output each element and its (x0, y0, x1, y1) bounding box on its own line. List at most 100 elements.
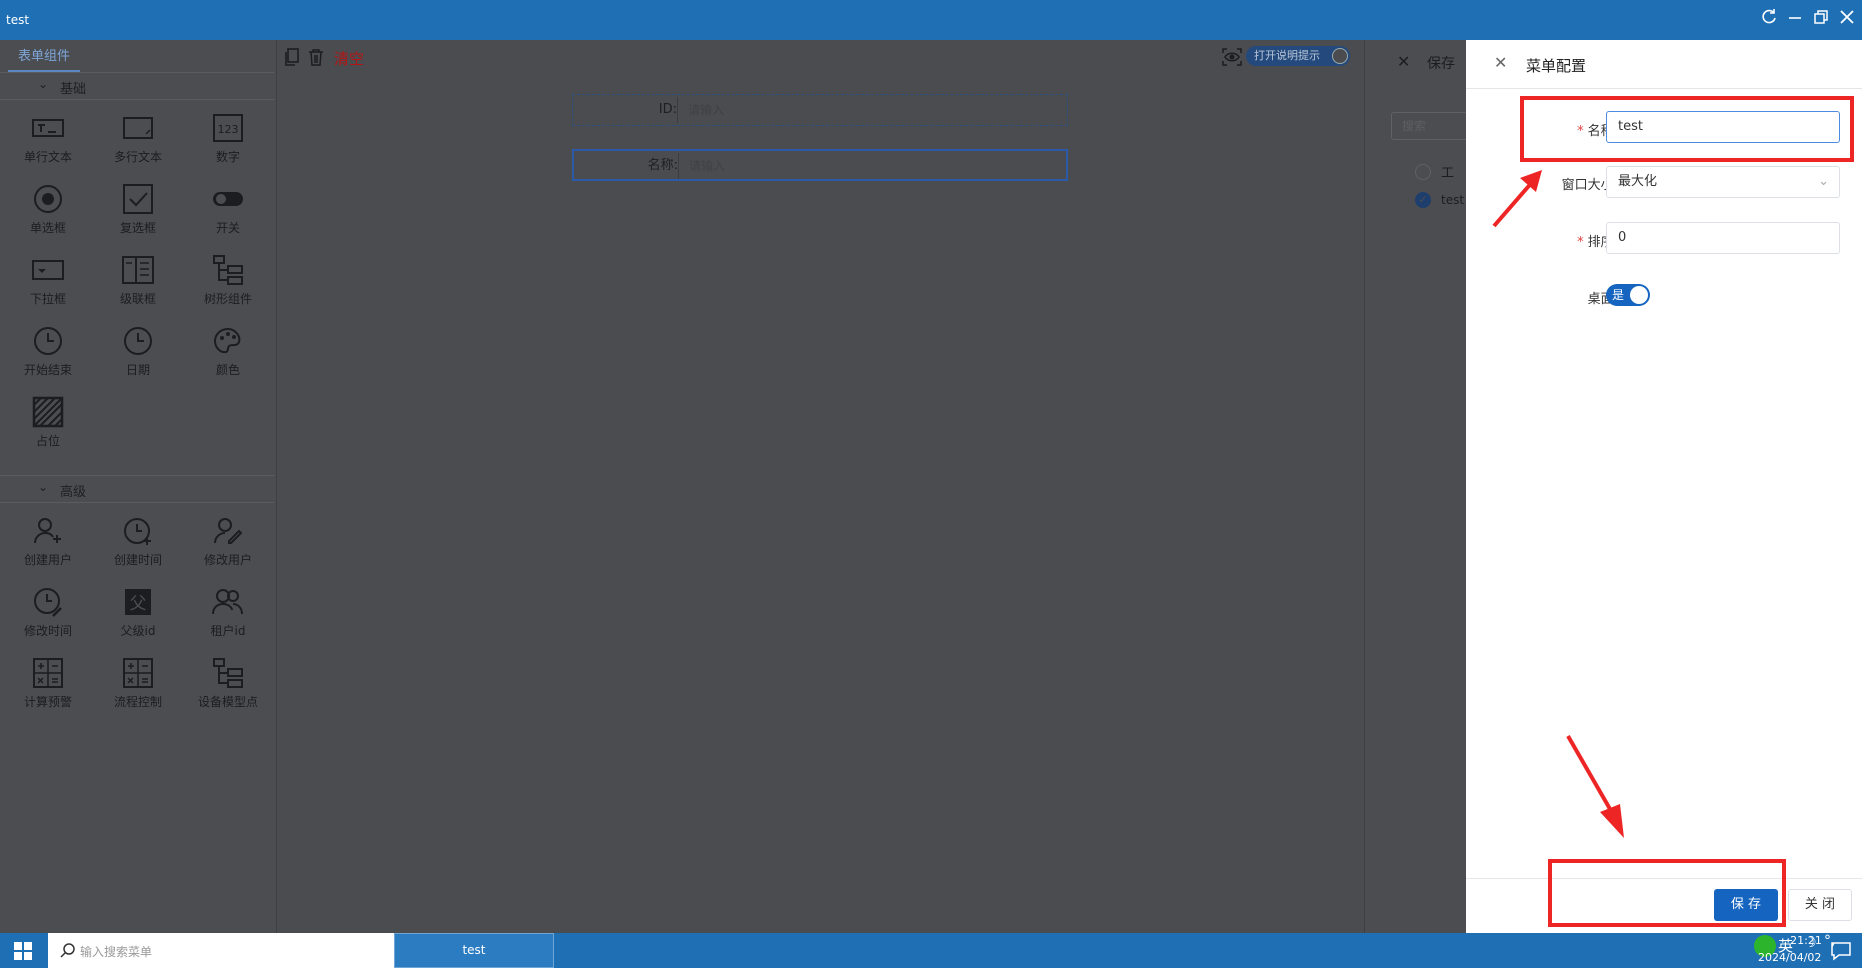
name-input[interactable]: 请输入 (678, 153, 1064, 179)
clear-button[interactable]: 清空 (334, 48, 364, 69)
component-label: 流程控制 (113, 695, 162, 709)
option-label: test (1441, 193, 1465, 207)
cascader-icon (122, 256, 154, 284)
clock-time[interactable]: 21:21 (1776, 934, 1836, 947)
component-label: 多行文本 (113, 150, 162, 164)
save-drawer: ✕ 保存 搜索 工 ✓ test (1364, 40, 1481, 933)
number-icon: 123 (213, 114, 243, 142)
annotation-box-name (1520, 96, 1854, 162)
component-label: 颜色 (215, 363, 240, 377)
id-input[interactable]: 请输入 (677, 97, 1063, 123)
component-radio[interactable]: 单选框 (6, 175, 90, 241)
component-calc-warning[interactable]: 计算预警 (6, 649, 90, 715)
date-clock-icon (124, 327, 152, 355)
window-title-bar: test (0, 0, 1862, 40)
component-device-model[interactable]: 设备模型点 (186, 649, 270, 715)
component-edit-time[interactable]: 修改时间 (6, 578, 90, 644)
os-taskbar: 输入搜索菜单 test 英 ☽ °, 21:21 2024/04/02 (0, 933, 1862, 968)
close-icon[interactable]: ✕ (1397, 52, 1410, 71)
component-start-end[interactable]: 开始结束 (6, 317, 90, 383)
eye-scan-icon[interactable] (1222, 48, 1242, 69)
radio-option-unchecked[interactable] (1415, 164, 1431, 180)
window-size-value: 最大化 (1618, 174, 1658, 189)
component-label: 单选框 (29, 221, 66, 235)
notification-icon[interactable] (1830, 941, 1852, 964)
placeholder-icon (32, 396, 64, 428)
parent-id-icon: 父 (125, 589, 151, 615)
component-placeholder[interactable]: 占位 (6, 388, 90, 454)
windows-start-icon[interactable] (14, 942, 32, 963)
close-window-icon[interactable] (1836, 8, 1858, 30)
taskbar-app-test[interactable]: test (394, 933, 554, 968)
form-field-id[interactable]: ID: 请输入 (572, 94, 1068, 126)
tab-form-components[interactable]: 表单组件 (8, 46, 80, 72)
multi-line-text-icon (123, 117, 153, 139)
annotation-arrow-save (1566, 735, 1624, 838)
component-label: 占位 (35, 434, 60, 448)
component-label: 开始结束 (23, 363, 72, 377)
save-drawer-title: 保存 (1427, 56, 1455, 72)
component-single-line-text[interactable]: 单行文本 (6, 104, 90, 170)
component-label: 计算预警 (23, 695, 72, 709)
radio-icon (34, 185, 62, 213)
component-color[interactable]: 颜色 (186, 317, 270, 383)
component-create-time[interactable]: 创建时间 (96, 507, 180, 573)
desktop-label: 桌面: (1587, 292, 1618, 307)
window-title: test (6, 13, 30, 27)
component-parent-id[interactable]: 父 父级id (96, 578, 180, 644)
component-dropdown[interactable]: 下拉框 (6, 246, 90, 312)
radio-option-checked[interactable]: ✓ (1415, 192, 1431, 208)
component-checkbox[interactable]: 复选框 (96, 175, 180, 241)
edit-user-icon (214, 518, 243, 544)
restore-icon[interactable] (1810, 8, 1832, 30)
copy-icon[interactable] (284, 48, 300, 69)
close-button[interactable]: 关 闭 (1788, 889, 1852, 921)
form-field-name[interactable]: 名称: 请输入 (572, 149, 1068, 181)
component-tenant-id[interactable]: 租户id (186, 578, 270, 644)
flow-control-icon (123, 658, 153, 688)
component-label: 数字 (215, 150, 240, 164)
trash-icon[interactable] (307, 48, 325, 69)
switch-icon (213, 192, 243, 206)
checkbox-icon (123, 184, 153, 214)
component-panel: 表单组件 ⌄ 基础 单行文本 多行文本 123 数字 单选框 复选框 开关 下拉… (0, 40, 277, 933)
component-label: 设备模型点 (197, 695, 258, 709)
component-flow-control[interactable]: 流程控制 (96, 649, 180, 715)
category-basic-label: 基础 (60, 82, 87, 97)
close-icon[interactable]: ✕ (1494, 53, 1507, 72)
component-create-user[interactable]: 创建用户 (6, 507, 90, 573)
component-label: 父级id (120, 624, 156, 638)
category-advanced-header[interactable]: ⌄ 高级 (0, 475, 274, 503)
component-tree[interactable]: 树形组件 (186, 246, 270, 312)
component-label: 开关 (215, 221, 240, 235)
help-tips-label: 打开说明提示 (1254, 49, 1320, 62)
field-label: ID: (658, 102, 677, 117)
taskbar-search-box[interactable]: 输入搜索菜单 (48, 933, 394, 968)
switch-knob (1630, 286, 1648, 304)
svg-text:父: 父 (130, 594, 147, 614)
edit-time-icon (34, 588, 62, 617)
component-label: 树形组件 (203, 292, 252, 306)
minimize-icon[interactable] (1784, 8, 1806, 30)
component-number[interactable]: 123 数字 (186, 104, 270, 170)
window-size-select[interactable]: 最大化 ⌄ (1606, 166, 1840, 198)
component-cascader[interactable]: 级联框 (96, 246, 180, 312)
clock-date[interactable]: 2024/04/02 (1758, 951, 1821, 964)
component-edit-user[interactable]: 修改用户 (186, 507, 270, 573)
desktop-switch[interactable]: 是 (1606, 284, 1650, 306)
component-label: 单行文本 (23, 150, 72, 164)
component-switch[interactable]: 开关 (186, 175, 270, 241)
order-label: * 排序: (1577, 235, 1618, 250)
order-input[interactable]: 0 (1606, 222, 1840, 254)
option-label: 工 (1441, 166, 1455, 181)
component-date[interactable]: 日期 (96, 317, 180, 383)
toggle-knob (1332, 48, 1348, 64)
create-user-icon (34, 518, 61, 544)
svg-text:123: 123 (218, 123, 239, 136)
chevron-down-icon: ⌄ (38, 480, 49, 494)
help-tips-toggle[interactable]: 打开说明提示 (1246, 46, 1350, 66)
refresh-icon[interactable] (1758, 8, 1780, 30)
component-multi-line-text[interactable]: 多行文本 (96, 104, 180, 170)
component-label: 复选框 (119, 221, 156, 235)
category-basic-header[interactable]: ⌄ 基础 (0, 72, 274, 100)
